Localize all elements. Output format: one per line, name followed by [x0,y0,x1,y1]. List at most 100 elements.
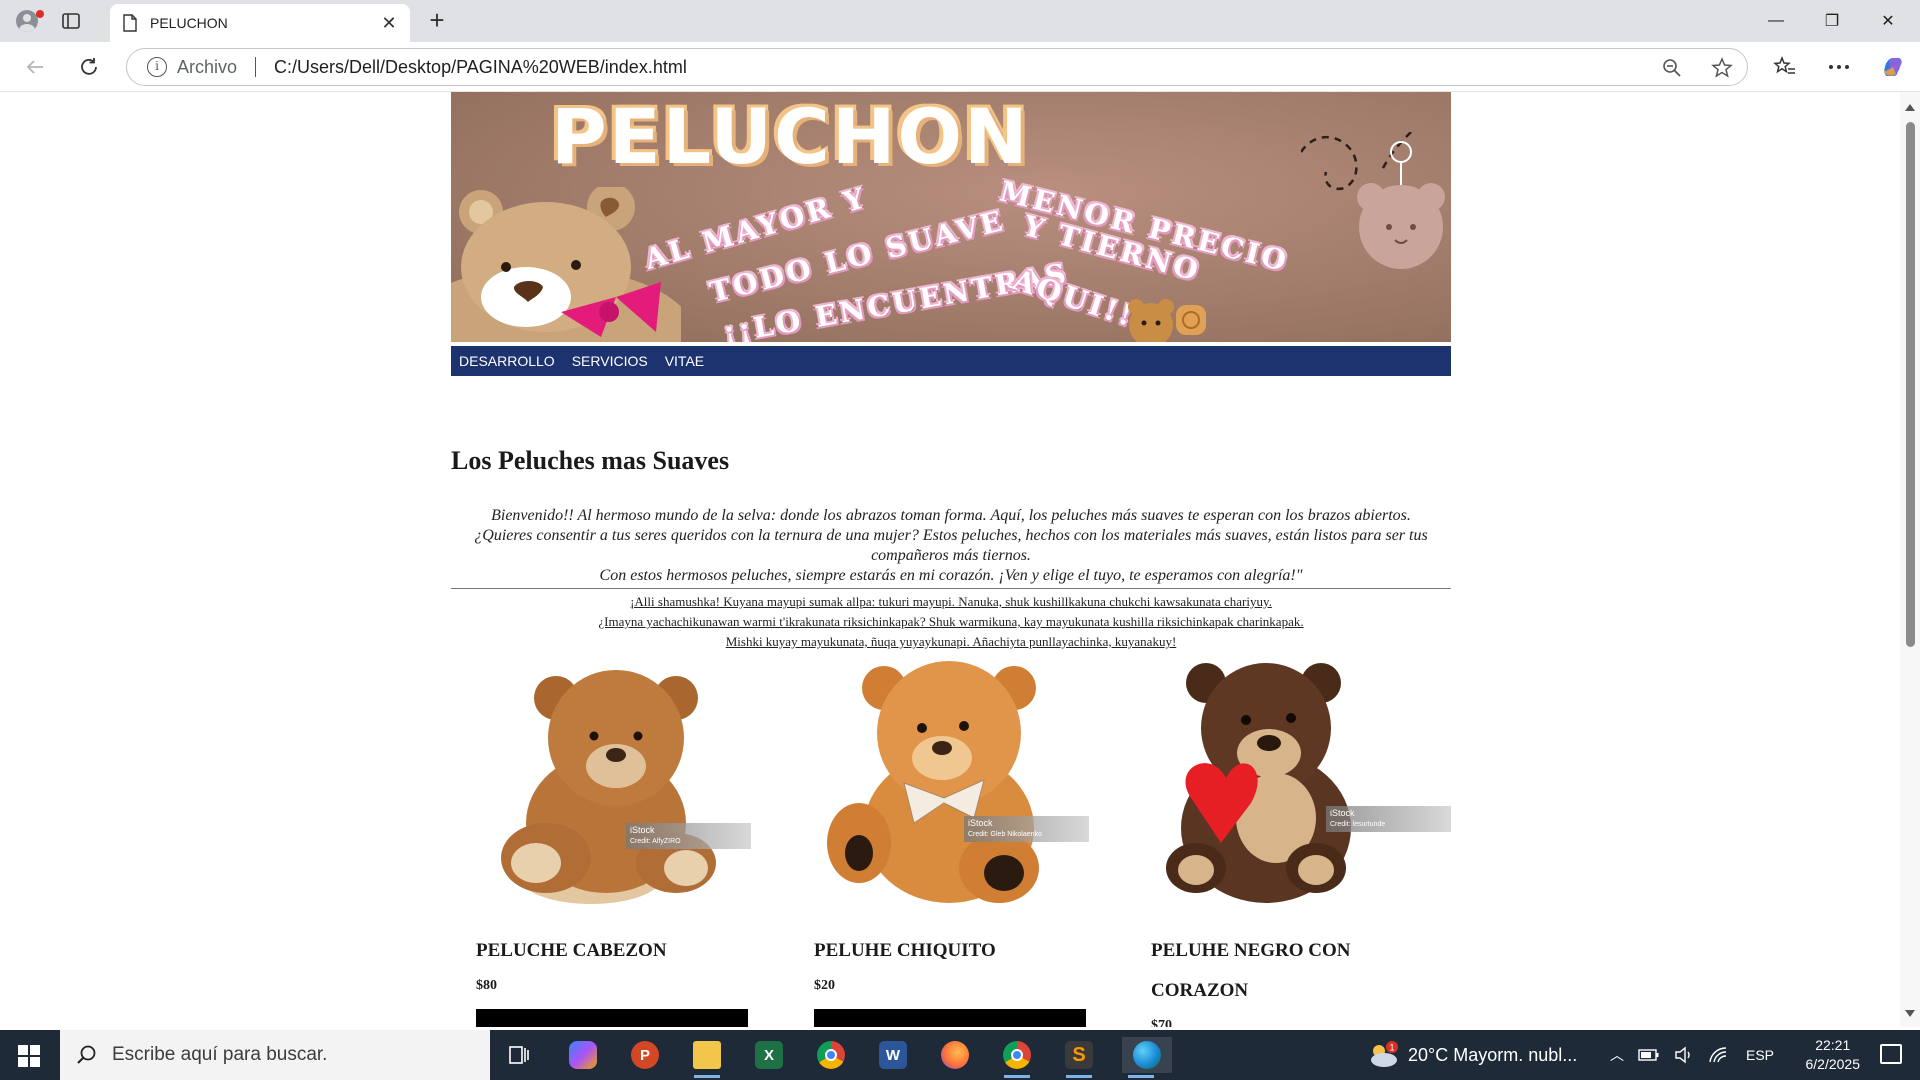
scroll-down-icon[interactable] [1905,1010,1915,1017]
clock-time: 22:21 [1815,1037,1851,1053]
nav-link-servicios[interactable]: SERVICIOS [572,353,648,369]
address-url[interactable]: C:/Users/Dell/Desktop/PAGINA%20WEB/index… [274,57,687,78]
close-tab-icon[interactable]: ✕ [380,14,398,32]
scrollbar-thumb[interactable] [1906,122,1915,647]
banner-tag-decoration [1301,132,1445,269]
browser-toolbar: i Archivo C:/Users/Dell/Desktop/PAGINA%2… [0,42,1920,92]
page-scrollbar[interactable] [1900,92,1920,1027]
watermark-credit: Credit: lesurtunde [1330,821,1386,828]
edge-icon [1133,1041,1161,1069]
volume-icon[interactable] [1674,1046,1694,1064]
excel-icon: X [755,1041,783,1069]
nav-link-vitae[interactable]: VITAE [665,353,704,369]
product-image[interactable]: iStock Credit: Gleb Nikolaenko [814,658,1114,913]
search-icon [77,1045,96,1064]
firefox-icon [941,1041,969,1069]
taskbar-chrome-profile[interactable] [998,1037,1036,1078]
active-tab[interactable]: PELUCHON ✕ [110,4,410,42]
taskbar-clock[interactable]: 22:21 6/2/2025 [1806,1036,1861,1074]
favorite-star-icon[interactable] [1711,57,1733,79]
site-nav: DESARROLLO SERVICIOS VITAE [451,346,1451,376]
banner-bear-illustration [451,187,681,342]
address-bar[interactable]: i Archivo C:/Users/Dell/Desktop/PAGINA%2… [126,48,1748,86]
intro-paragraph: Bienvenido!! Al hermoso mundo de la selv… [451,506,1451,586]
battery-icon[interactable] [1638,1048,1660,1062]
weather-cloud-icon: 1 [1371,1041,1398,1067]
teddy-bear-heart-image [1166,663,1351,903]
clock-date: 6/2/2025 [1805,1056,1861,1072]
watermark-text: iStock [630,825,655,835]
site-info-icon[interactable]: i [147,57,167,77]
powerpoint-icon: P [631,1041,659,1069]
nav-link-desarrollo[interactable]: DESARROLLO [459,353,555,369]
favorites-button[interactable] [1770,52,1800,82]
windows-taskbar: Escribe aquí para buscar. P X W S 1 20°C… [0,1030,1920,1080]
teddy-bear-ribbon-image [827,661,1039,903]
taskbar-excel[interactable]: X [750,1037,788,1073]
address-separator [255,57,257,77]
start-button[interactable] [18,1045,40,1067]
weather-widget[interactable]: 1 20°C Mayorm. nubl... [1366,1030,1577,1080]
favorites-list-icon [1773,56,1795,74]
horizontal-rule [451,588,1451,589]
taskbar-copilot[interactable] [564,1037,602,1073]
new-tab-button[interactable]: + [424,7,450,34]
chrome-profile-icon [1003,1041,1031,1069]
notification-dot [36,10,44,18]
restore-button[interactable]: ❐ [1804,0,1860,42]
refresh-button[interactable] [74,52,104,82]
product-price: $80 [476,978,497,993]
back-arrow-icon [26,60,43,74]
copilot-icon [1884,57,1902,76]
intro-line-3: Con estos hermosos peluches, siempre est… [599,567,1303,584]
notification-center-icon[interactable] [1880,1044,1902,1064]
taskbar-edge[interactable] [1122,1037,1172,1078]
watermark-text: iStock [968,818,993,828]
taskbar-chrome[interactable] [812,1037,850,1073]
language-indicator[interactable]: ESP [1746,1047,1774,1063]
teddy-bear-light-brown-image [501,670,716,904]
sublime-text-icon: S [1065,1041,1093,1069]
task-view-icon [509,1046,529,1064]
weather-badge: 1 [1390,1043,1395,1053]
intro-line-1: Bienvenido!! Al hermoso mundo de la selv… [491,507,1411,524]
back-button[interactable] [20,52,50,82]
taskbar-word[interactable]: W [874,1037,912,1073]
copilot-button[interactable] [1878,52,1908,82]
tab-actions-button[interactable] [60,10,82,32]
wifi-icon[interactable] [1708,1046,1728,1064]
taskbar-powerpoint[interactable]: P [626,1037,664,1073]
page-icon [123,14,137,32]
taskbar-search[interactable]: Escribe aquí para buscar. [60,1030,490,1080]
search-placeholder: Escribe aquí para buscar. [112,1044,328,1065]
close-window-button[interactable]: ✕ [1860,0,1916,42]
copilot-app-icon [569,1041,597,1069]
taskbar-file-explorer[interactable] [688,1037,726,1078]
product-card: iStock Credit: AlfyZIRO PELUCHE CABEZON … [476,658,776,1027]
word-icon: W [879,1041,907,1069]
page-content: PELUCHON AL MAYOR Y MENOR PRECIO TODO LO… [451,92,1451,1027]
scroll-up-icon[interactable] [1905,104,1915,111]
task-view-button[interactable] [500,1037,538,1073]
more-options-icon [1829,65,1849,69]
profile-icon [16,10,38,32]
product-image[interactable]: iStock Credit: AlfyZIRO [476,658,776,913]
taskbar-sublime[interactable]: S [1060,1037,1098,1078]
refresh-icon [81,58,97,75]
istock-watermark: iStock Credit: AlfyZIRO [626,823,751,849]
minimize-button[interactable]: — [1748,0,1804,42]
istock-watermark: iStock Credit: lesurtunde [1326,806,1451,832]
add-to-cart-button[interactable] [476,1009,748,1027]
profile-button[interactable] [12,8,44,34]
more-options-button[interactable] [1824,52,1854,82]
chrome-icon [817,1041,845,1069]
product-price: $70 [1151,1018,1172,1027]
add-to-cart-button[interactable] [814,1009,1086,1027]
product-name: PELUCHE CABEZON [476,940,667,961]
chevron-up-icon[interactable]: ︿ [1610,1045,1624,1065]
product-image[interactable]: iStock Credit: lesurtunde [1151,658,1451,913]
tab-strip: PELUCHON ✕ + — ❐ ✕ [0,0,1920,42]
taskbar-firefox[interactable] [936,1037,974,1073]
zoom-icon[interactable] [1661,57,1683,79]
istock-watermark: iStock Credit: Gleb Nikolaenko [964,816,1089,842]
